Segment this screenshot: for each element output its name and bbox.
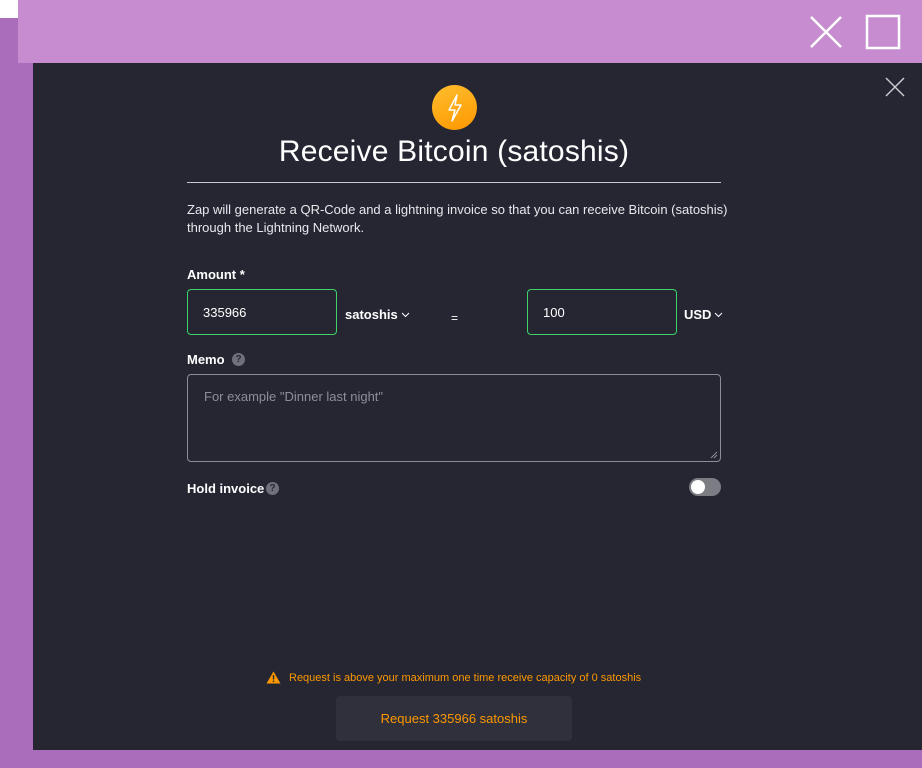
fiat-amount-value: 100 — [543, 304, 565, 320]
toggle-knob — [691, 480, 705, 494]
amount-label: Amount * — [187, 267, 245, 282]
fiat-unit-label: USD — [684, 307, 712, 322]
memo-help-icon[interactable]: ? — [232, 353, 245, 366]
memo-textarea[interactable]: For example "Dinner last night" — [187, 374, 721, 462]
receive-dialog: Receive Bitcoin (satoshis) Zap will gene… — [33, 63, 922, 750]
title-divider — [187, 182, 721, 183]
request-button[interactable]: Request 335966 satoshis — [336, 696, 572, 741]
warning-text: Request is above your maximum one time r… — [289, 671, 642, 684]
crypto-amount-value: 335966 — [203, 304, 247, 320]
dialog-description: Zap will generate a QR-Code and a lightn… — [187, 202, 728, 235]
resize-grip-icon[interactable] — [710, 451, 718, 459]
memo-label: Memo — [187, 352, 225, 367]
warning-icon — [266, 671, 281, 684]
equals-sign: = — [451, 311, 459, 325]
fiat-amount-input[interactable]: 100 — [527, 289, 677, 335]
hold-invoice-label: Hold invoice — [187, 481, 265, 496]
window-titlebar — [18, 0, 922, 63]
memo-placeholder: For example "Dinner last night" — [204, 389, 384, 404]
window-close-icon[interactable] — [808, 14, 844, 50]
capacity-warning: Request is above your maximum one time r… — [266, 671, 641, 684]
dialog-title: Receive Bitcoin (satoshis) — [278, 135, 630, 168]
lightning-bolt-icon — [432, 85, 477, 130]
chevron-down-icon — [715, 312, 723, 317]
window-maximize-icon[interactable] — [865, 14, 901, 50]
crypto-unit-select[interactable]: satoshis — [345, 307, 410, 322]
hold-invoice-toggle[interactable] — [689, 478, 721, 496]
dialog-close-icon[interactable] — [884, 76, 906, 98]
chevron-down-icon — [401, 312, 410, 317]
hold-invoice-help-icon[interactable]: ? — [266, 482, 279, 495]
fiat-unit-select[interactable]: USD — [684, 307, 723, 322]
crypto-unit-label: satoshis — [345, 307, 398, 322]
crypto-amount-input[interactable]: 335966 — [187, 289, 337, 335]
